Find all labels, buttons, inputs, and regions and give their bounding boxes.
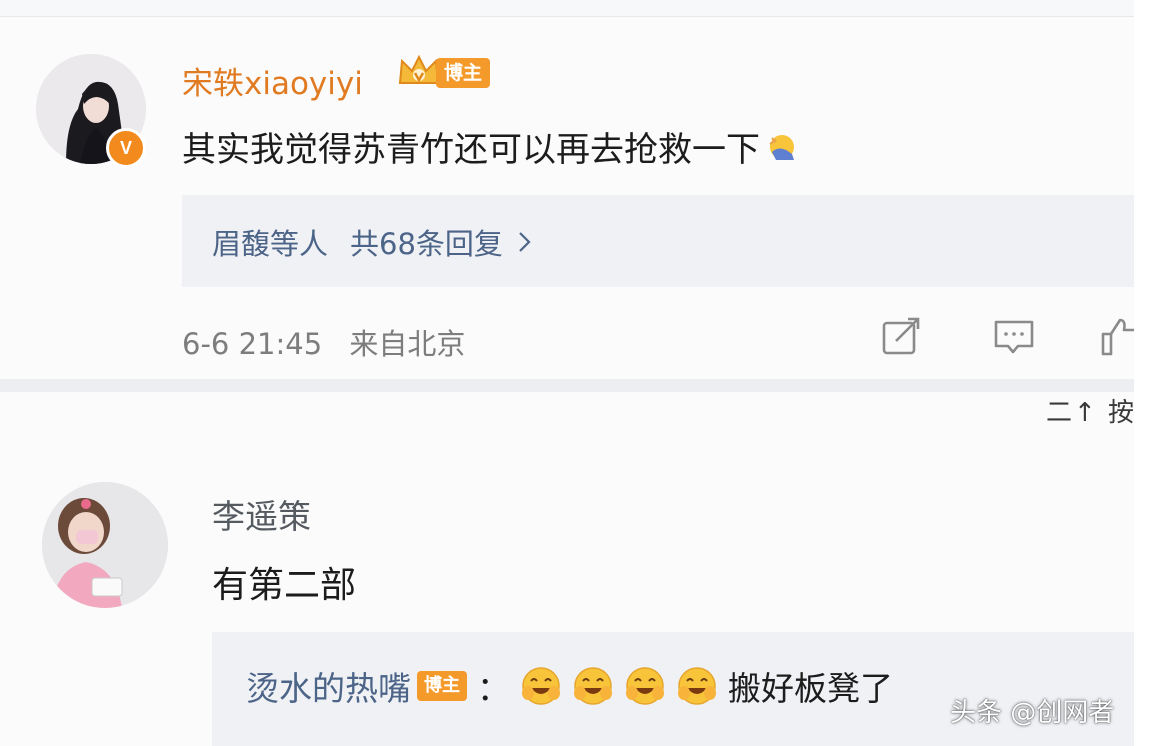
sort-toggle-fragment[interactable]: 二↑ 按 — [1046, 392, 1136, 429]
right-gutter — [1134, 0, 1158, 746]
blogger-badge-1: 博主 — [396, 54, 491, 90]
reply-colon: ： — [477, 669, 510, 708]
replies-summary[interactable]: 眉馥等人 共68条回复 — [182, 195, 1134, 287]
comment-text-2: 有第二部 — [212, 565, 357, 606]
replies-who: 眉馥等人 — [212, 227, 329, 261]
watermark: 头条 @创网者 — [950, 698, 1115, 728]
avatar-liyaoce[interactable] — [42, 482, 168, 608]
location: 来自北京 — [349, 327, 466, 361]
facepalm-emoji-icon — [769, 134, 794, 160]
reply-text: 搬好板凳了 — [728, 669, 893, 708]
reply-username[interactable]: 烫水的热嘴 — [246, 662, 411, 710]
previous-card-edge — [0, 0, 1134, 17]
reply-line: 烫水的热嘴 博主 ： 搬好板凳了 — [246, 662, 893, 710]
blogger-label: 博主 — [436, 58, 491, 88]
comment-text-1: 其实我觉得苏青竹还可以再去抢救一下 — [182, 122, 800, 171]
timestamp: 6-6 21:45 — [182, 327, 323, 361]
like-icon[interactable] — [1100, 316, 1142, 358]
username-1[interactable]: 宋轶xiaoyiyi — [182, 58, 363, 103]
comment-meta-1: 6-6 21:45 来自北京 — [182, 321, 465, 363]
grin-emoji-icon — [626, 667, 664, 705]
grin-emoji-icon — [678, 667, 716, 705]
blogger-label-2: 博主 — [417, 671, 467, 701]
comment-icon[interactable] — [993, 316, 1035, 358]
replies-count: 共68条回复 — [350, 227, 503, 261]
username-2[interactable]: 李遥策 — [212, 490, 311, 538]
grin-emoji-icon — [574, 667, 612, 705]
avatar-songyi[interactable]: V — [36, 54, 146, 168]
grin-emoji-icon — [522, 667, 560, 705]
comment-text: 其实我觉得苏青竹还可以再去抢救一下 — [182, 130, 760, 170]
avatar-image — [42, 482, 168, 608]
replies-link[interactable]: 眉馥等人 共68条回复 — [212, 221, 533, 263]
share-icon[interactable] — [880, 316, 922, 358]
weibo-comment-screenshot: V 宋轶xiaoyiyi 博主 其实我觉得苏青竹还可以再去抢救一下 眉馥等人 共… — [0, 0, 1158, 746]
verified-v-icon: V — [106, 128, 146, 168]
chevron-right-icon — [519, 232, 531, 252]
